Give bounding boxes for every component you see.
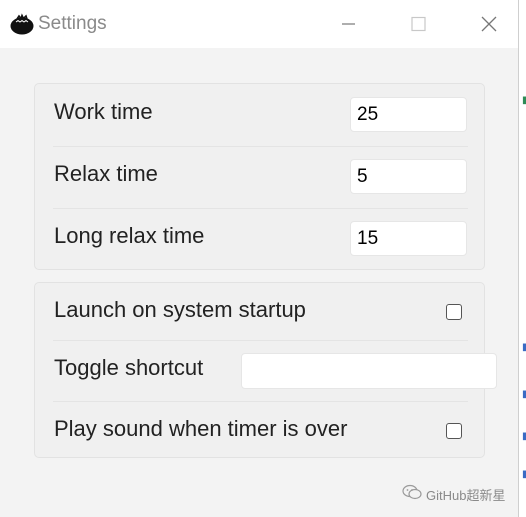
- shortcut-label: Toggle shortcut: [54, 355, 204, 380]
- sound-row: Play sound when timer is over: [53, 401, 468, 462]
- edge-mark: ▮: [522, 96, 526, 106]
- startup-row: Launch on system startup: [53, 283, 468, 343]
- work-time-input[interactable]: [350, 97, 467, 132]
- sound-checkbox[interactable]: [446, 423, 462, 439]
- wechat-icon: [402, 484, 422, 505]
- watermark-text: GitHub超新星: [426, 488, 506, 503]
- watermark: GitHub超新星: [402, 484, 505, 505]
- close-button[interactable]: [474, 10, 504, 38]
- window-title: Settings: [38, 13, 107, 34]
- edge-mark: ▮: [522, 470, 526, 480]
- relax-time-label: Relax time: [54, 161, 158, 186]
- work-time-label: Work time: [54, 99, 153, 124]
- edge-mark: ▮: [522, 432, 526, 442]
- settings-window: Settings ▮ ▮ ▮ ▮ ▮ Work time Relax time …: [0, 0, 526, 517]
- shortcut-row: Toggle shortcut: [53, 340, 497, 401]
- shortcut-input[interactable]: [241, 353, 497, 389]
- tomato-icon: [9, 13, 35, 35]
- minimize-button[interactable]: [333, 10, 363, 38]
- relax-time-row: Relax time: [53, 146, 468, 207]
- relax-time-input[interactable]: [350, 159, 467, 194]
- edge-mark: ▮: [522, 343, 526, 353]
- long-relax-time-input[interactable]: [350, 221, 467, 256]
- startup-label: Launch on system startup: [54, 297, 306, 322]
- long-relax-time-row: Long relax time: [53, 208, 468, 269]
- timer-settings-card: Work time Relax time Long relax time: [34, 83, 485, 270]
- maximize-button[interactable]: [403, 10, 433, 38]
- long-relax-time-label: Long relax time: [54, 223, 205, 248]
- startup-checkbox[interactable]: [446, 304, 462, 320]
- options-card: Launch on system startup Toggle shortcut…: [34, 282, 497, 458]
- work-time-row: Work time: [53, 85, 468, 145]
- background-window-edge: ▮ ▮ ▮ ▮ ▮: [518, 0, 526, 517]
- sound-label: Play sound when timer is over: [54, 416, 348, 441]
- title-bar[interactable]: Settings: [0, 0, 518, 48]
- edge-mark: ▮: [522, 390, 526, 400]
